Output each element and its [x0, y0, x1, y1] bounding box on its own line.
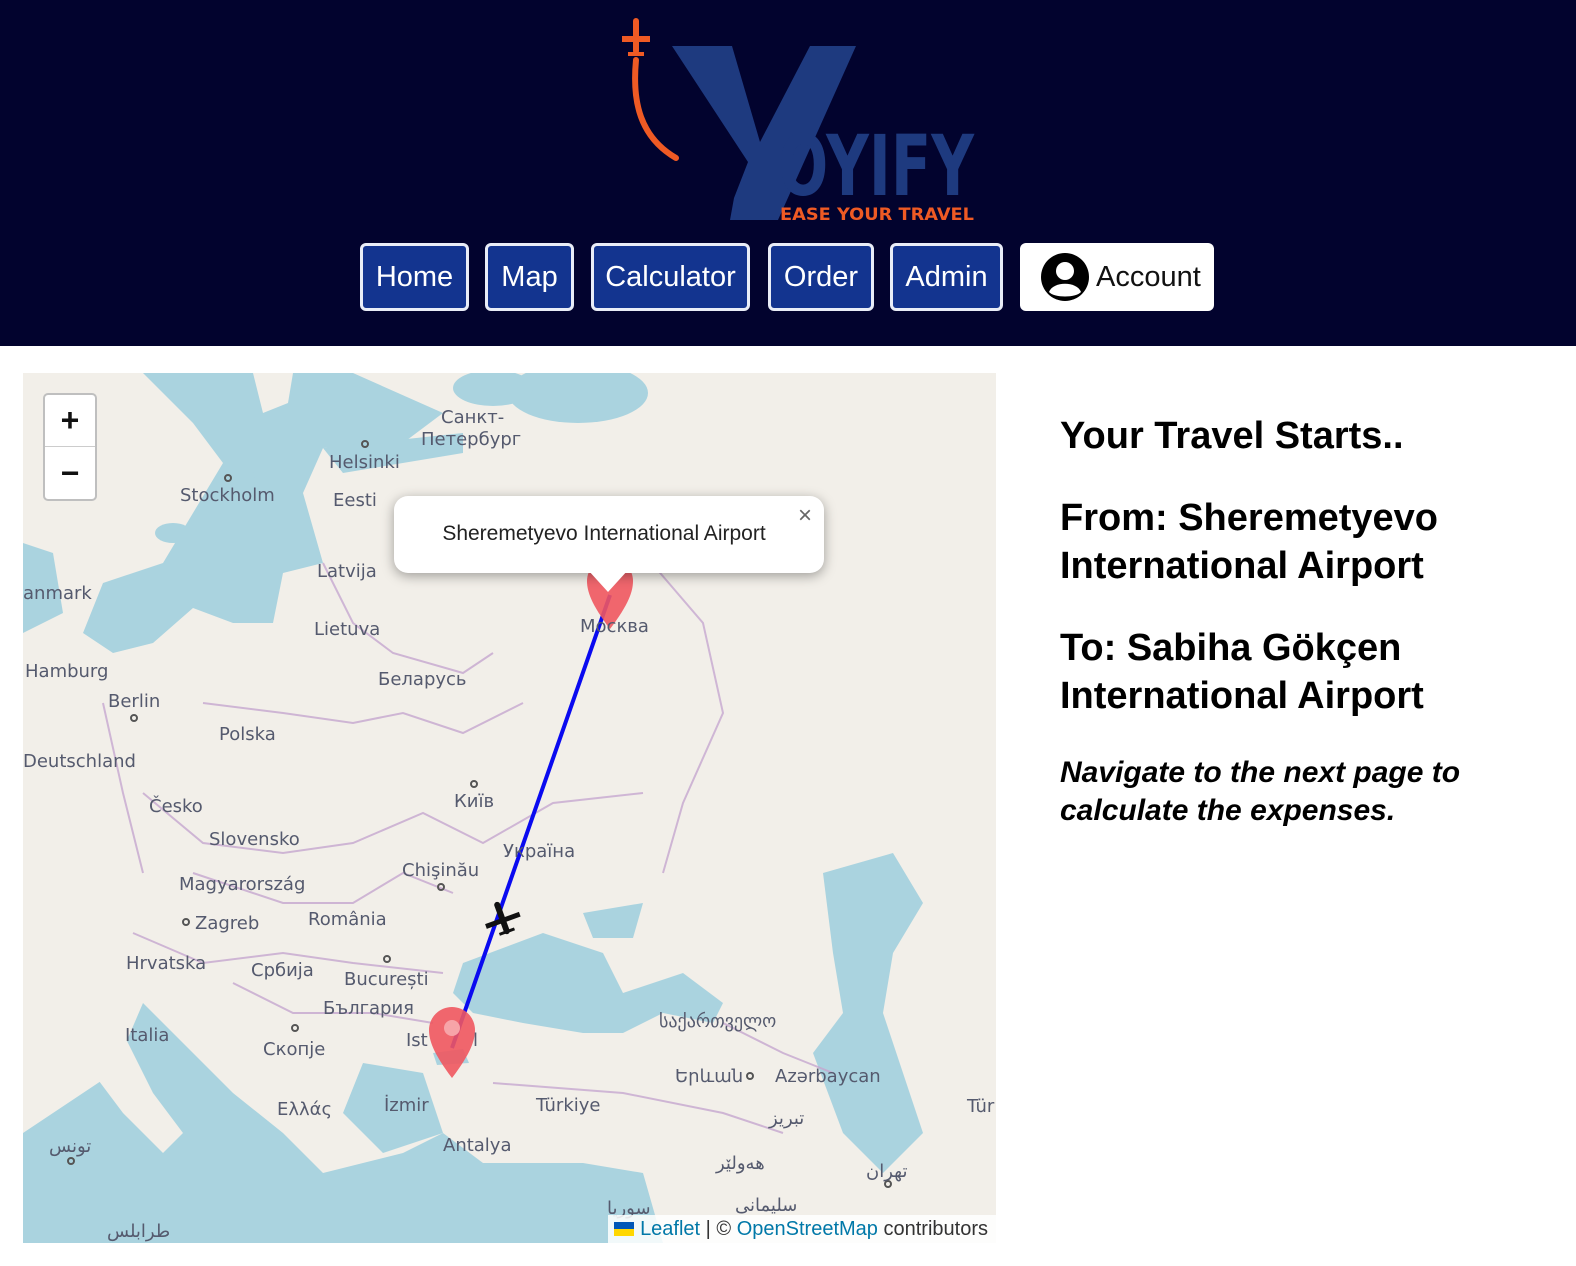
travel-title: Your Travel Starts..: [1060, 415, 1404, 457]
map-label: Hamburg: [25, 661, 109, 682]
map-label: طرابلس: [107, 1221, 171, 1242]
map-label: Zagreb: [195, 913, 260, 934]
zoom-out-button[interactable]: −: [45, 447, 95, 499]
travel-hint: Navigate to the next page to calculate t…: [1060, 756, 1461, 827]
attribution-suffix: contributors: [877, 1217, 988, 1240]
map-label: Tür: [967, 1096, 995, 1117]
map-label: Србија: [251, 960, 314, 981]
nav-admin-button[interactable]: Admin: [890, 243, 1003, 311]
map-label: Česko: [149, 796, 203, 817]
travel-to: To: Sabiha Gökçen International Airport: [1060, 627, 1424, 717]
map-label: تبریز: [769, 1108, 805, 1129]
map-label: Ist: [406, 1030, 428, 1051]
ukraine-flag-icon: [614, 1222, 635, 1236]
map-label: Berlin: [108, 691, 161, 712]
main-nav: Home Map Calculator Order Admin Account: [0, 243, 1576, 311]
map-label: هەولێر: [716, 1153, 765, 1174]
map-label: Slovensko: [209, 829, 300, 850]
map-label: Ελλάς: [277, 1099, 333, 1120]
voyify-logo[interactable]: OYIFY EASE YOUR TRAVEL: [610, 12, 990, 227]
map-label: anmark: [23, 583, 92, 604]
map-label: Helsinki: [329, 452, 400, 473]
nav-order-button[interactable]: Order: [768, 243, 874, 311]
leaflet-link[interactable]: Leaflet: [640, 1218, 700, 1241]
popup-tip: [588, 570, 628, 592]
map-label: Italia: [125, 1025, 170, 1046]
map-label: l: [473, 1030, 479, 1051]
user-avatar-icon: [1041, 253, 1089, 301]
map-label: Беларусь: [378, 669, 467, 690]
route-map[interactable]: Санкт- Петербург Helsinki Stockholm Eest…: [23, 373, 996, 1243]
map-label: România: [308, 909, 387, 930]
map-label: საქართველო: [659, 1011, 777, 1032]
map-label: İzmir: [384, 1095, 429, 1116]
attribution-separator: | ©: [700, 1217, 737, 1240]
popup-text: Sheremetyevo International Airport: [442, 522, 766, 545]
map-label: Stockholm: [180, 485, 275, 506]
map-label: Latvija: [317, 561, 377, 582]
map-label: Москва: [580, 616, 649, 637]
map-label: Eesti: [333, 490, 377, 511]
airport-popup: Sheremetyevo International Airport ×: [394, 496, 824, 592]
zoom-in-button[interactable]: +: [45, 395, 95, 447]
nav-home-button[interactable]: Home: [360, 243, 469, 311]
logo-tagline: EASE YOUR TRAVEL: [780, 205, 974, 225]
map-label: تونس: [49, 1136, 92, 1157]
zoom-control: + −: [43, 393, 97, 501]
osm-link[interactable]: OpenStreetMap: [737, 1218, 878, 1241]
popup-close-button[interactable]: ×: [798, 502, 812, 530]
travel-info-panel: Your Travel Starts.. From: Sheremetyevo …: [1060, 412, 1530, 830]
map-attribution: Leaflet | © OpenStreetMap contributors: [608, 1215, 996, 1243]
map-label: Polska: [219, 724, 276, 745]
map-label: Antalya: [443, 1135, 512, 1156]
map-label: Chişinău: [402, 860, 480, 881]
logo-plane-icon: [622, 18, 650, 56]
map-label: سليمانی: [735, 1195, 798, 1216]
map-label: България: [323, 998, 415, 1019]
travel-from: From: Sheremetyevo International Airport: [1060, 497, 1439, 587]
map-label: Санкт-: [441, 407, 505, 428]
map-label: Hrvatska: [126, 953, 207, 974]
map-label: Київ: [454, 791, 495, 812]
map-label: Azərbaycan: [775, 1066, 881, 1087]
map-label: Երևան: [675, 1066, 744, 1087]
map-label: Україна: [503, 841, 576, 862]
map-label: București: [344, 969, 429, 990]
map-label: Türkiye: [536, 1095, 601, 1116]
logo-wordmark: OYIFY: [778, 117, 975, 215]
map-label: Lietuva: [314, 619, 381, 640]
nav-calculator-button[interactable]: Calculator: [591, 243, 750, 311]
map-label: تهران: [866, 1161, 908, 1182]
account-button[interactable]: Account: [1020, 243, 1214, 311]
nav-map-button[interactable]: Map: [485, 243, 574, 311]
map-label: Скопје: [263, 1039, 326, 1060]
map-label: Deutschland: [23, 751, 136, 772]
map-label: Петербург: [421, 429, 522, 450]
site-header: OYIFY EASE YOUR TRAVEL Home Map Calculat…: [0, 0, 1576, 346]
map-label: Magyarország: [179, 874, 306, 895]
account-label: Account: [1096, 260, 1201, 293]
